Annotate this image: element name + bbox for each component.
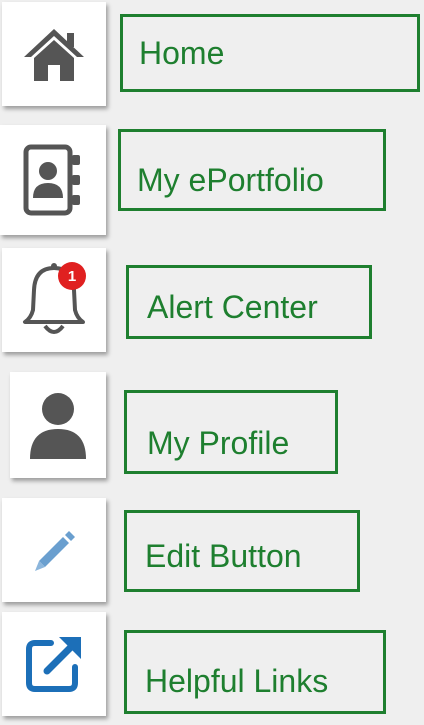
edit-button-label: Edit Button [145, 538, 302, 574]
alert-center-label-box: Alert Center [126, 265, 372, 339]
edit-button-label-box: Edit Button [124, 510, 360, 592]
helpful-links-label-box: Helpful Links [124, 630, 386, 714]
helpful-links-label: Helpful Links [145, 663, 329, 699]
edit-tile[interactable] [2, 498, 106, 602]
icon-legend: Home My ePortfolio 1 Alert Center My Pro… [0, 0, 424, 725]
address-book-icon [23, 144, 80, 216]
pencil-icon [35, 531, 75, 571]
helpful-links-tile[interactable] [2, 612, 106, 716]
eportfolio-tile[interactable] [0, 125, 106, 235]
alert-count-badge: 1 [58, 262, 86, 290]
alert-center-tile[interactable]: 1 [2, 248, 106, 352]
my-profile-label-box: My Profile [124, 390, 338, 474]
eportfolio-label-box: My ePortfolio [118, 129, 386, 211]
external-link-icon [26, 637, 81, 692]
home-label-box: Home [120, 14, 420, 92]
user-icon [30, 393, 86, 459]
home-tile[interactable] [2, 2, 106, 106]
my-profile-tile[interactable] [10, 372, 106, 478]
eportfolio-label: My ePortfolio [137, 162, 324, 198]
home-label: Home [139, 35, 225, 71]
home-icon [24, 29, 84, 81]
my-profile-label: My Profile [147, 425, 290, 461]
alert-center-label: Alert Center [147, 289, 318, 325]
